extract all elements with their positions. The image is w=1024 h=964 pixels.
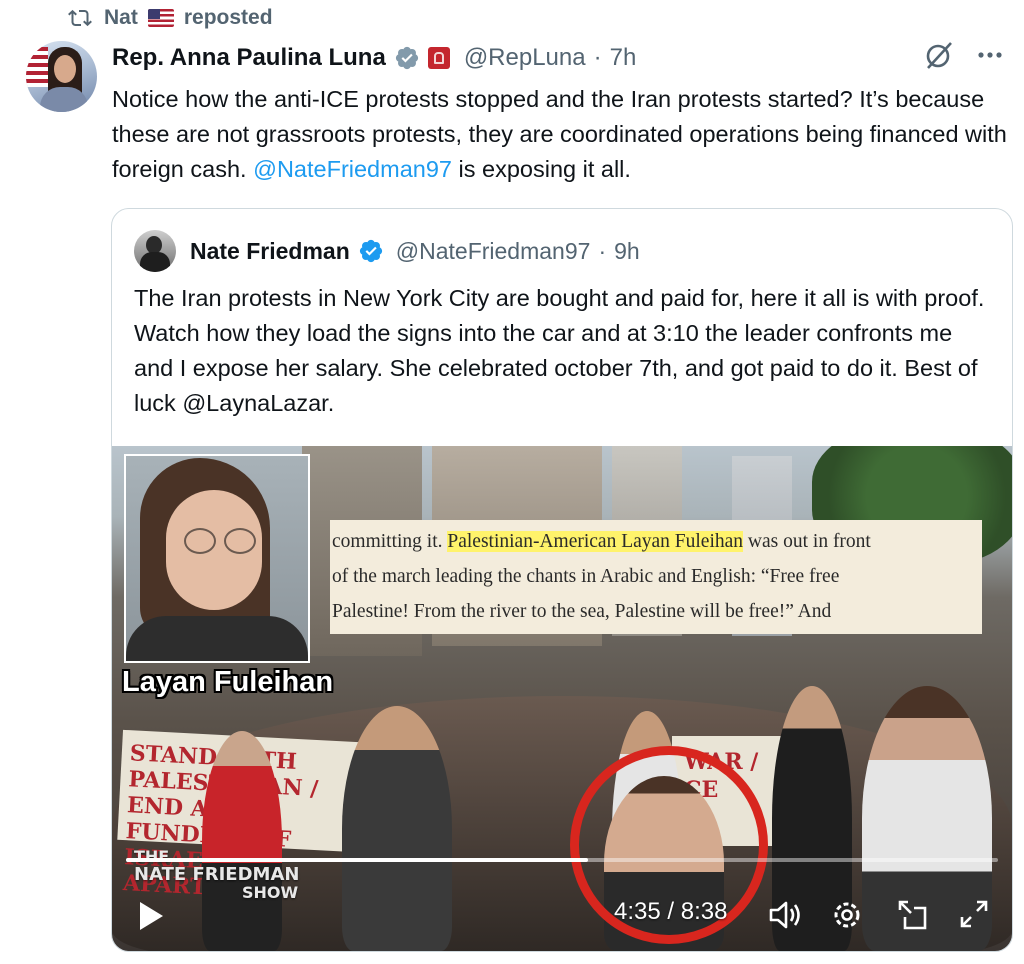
tweet-time[interactable]: 7h (610, 44, 637, 72)
excerpt-line3: Palestine! From the river to the sea, Pa… (332, 601, 832, 622)
tweet-text-tail: is exposing it all. (451, 156, 631, 182)
quoted-tweet-card[interactable]: Nate Friedman @NateFriedman97 · 9h The I… (111, 208, 1013, 952)
quoted-header-separator: · (598, 237, 607, 264)
author-avatar[interactable] (26, 41, 97, 112)
verified-badge-icon[interactable] (358, 238, 384, 264)
repost-icon (68, 9, 92, 27)
quoted-author-handle[interactable]: @NateFriedman97 (396, 238, 591, 265)
tweet-actions (924, 40, 1004, 70)
picture-in-picture-icon[interactable] (896, 898, 930, 932)
video-progress-fill (126, 858, 589, 862)
author-handle[interactable]: @RepLuna (464, 44, 586, 72)
tweet-header: Rep. Anna Paulina Luna @RepLuna · 7h (112, 40, 636, 76)
video-controls: 4:35 / 8:38 (112, 886, 1012, 946)
quoted-tweet-header: Nate Friedman @NateFriedman97 · 9h (134, 229, 640, 273)
header-separator: · (593, 44, 602, 71)
volume-icon[interactable] (768, 898, 804, 932)
excerpt-highlight: Palestinian-American Layan Fuleihan (447, 531, 744, 552)
watermark-line2: NATE FRIEDMAN (134, 864, 300, 885)
video-progress-bar[interactable] (126, 858, 998, 862)
repost-context: Nat reposted (66, 4, 273, 32)
government-badge-icon[interactable] (427, 47, 450, 69)
play-icon[interactable] (136, 900, 166, 932)
tweet-mention-link[interactable]: @NateFriedman97 (253, 156, 452, 182)
repost-label: reposted (183, 6, 273, 29)
tweet-text: Notice how the anti-ICE protests stopped… (112, 82, 1012, 187)
inset-portrait (124, 454, 310, 663)
author-name[interactable]: Rep. Anna Paulina Luna (112, 44, 386, 72)
name-overlay: Layan Fuleihan (122, 666, 334, 698)
article-excerpt-overlay: committing it. Palestinian-American Laya… (330, 520, 982, 634)
fullscreen-icon[interactable] (958, 898, 990, 930)
excerpt-line1-post: was out in front (743, 531, 871, 552)
quoted-author-avatar[interactable] (134, 230, 176, 272)
excerpt-line2: of the march leading the chants in Arabi… (332, 566, 840, 587)
us-flag-icon (147, 9, 174, 27)
grok-icon[interactable] (924, 40, 954, 70)
verified-badge-icon[interactable] (394, 45, 420, 71)
video-time-display: 4:35 / 8:38 (614, 898, 728, 925)
quoted-author-name[interactable]: Nate Friedman (190, 238, 350, 265)
quoted-tweet-time[interactable]: 9h (614, 238, 640, 265)
excerpt-line1-pre: committing it. (332, 531, 448, 552)
more-icon[interactable] (976, 41, 1004, 69)
quoted-tweet-text: The Iran protests in New York City are b… (134, 285, 985, 416)
settings-icon[interactable] (830, 898, 864, 932)
video-player[interactable]: STAND WITH PALESTINIAN / END ALL FUNDING… (112, 446, 1012, 951)
reposter-name[interactable]: Nat (104, 6, 138, 30)
